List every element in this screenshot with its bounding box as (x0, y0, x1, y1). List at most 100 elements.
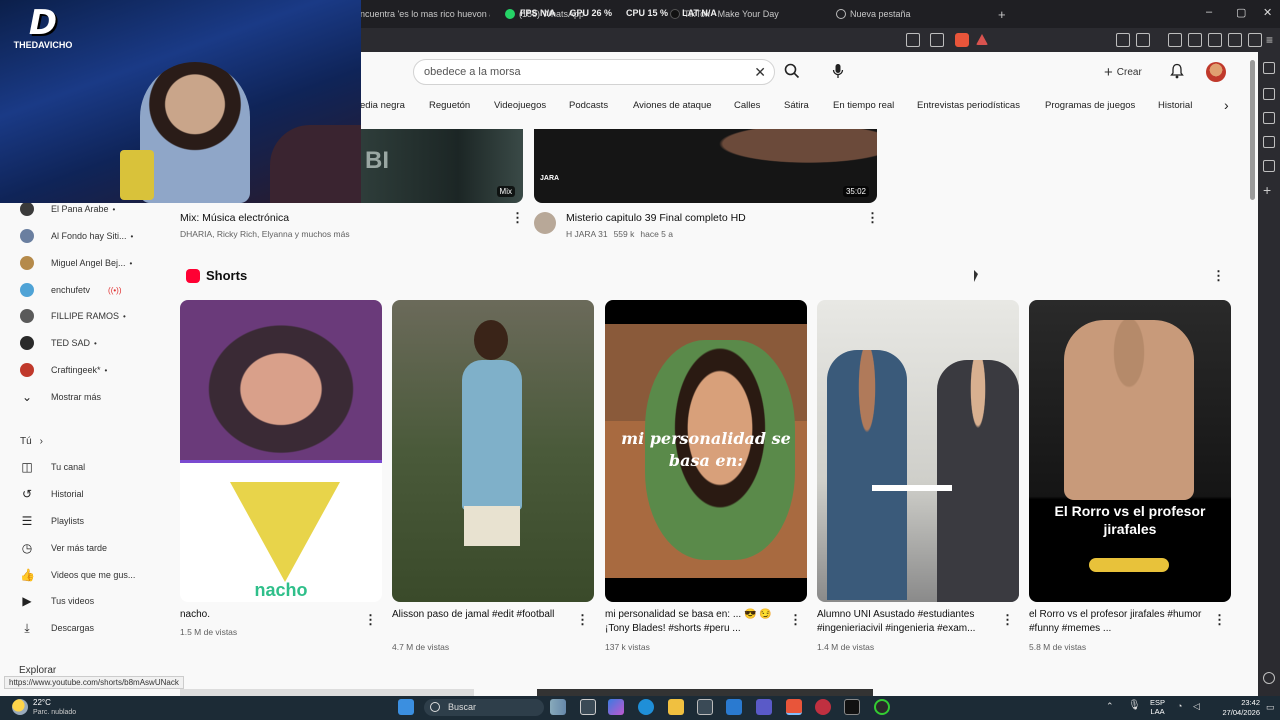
shorts-more-options-icon[interactable]: ⋮ (1212, 268, 1225, 284)
more-options-icon[interactable]: ⋮ (1001, 612, 1014, 628)
sidebar-subscription[interactable]: enchufetv ((•)) (20, 281, 122, 299)
sidebar-item-downloads[interactable]: ⤓ Descargas (20, 619, 94, 637)
video-thumbnail[interactable]: BI Mix (361, 129, 523, 203)
new-tab-button[interactable]: + (998, 4, 1006, 24)
short-thumbnail[interactable]: El Rorro vs el profesor jirafales (1029, 300, 1231, 602)
sidebar-item-your-channel[interactable]: ◫ Tu canal (20, 458, 85, 476)
more-options-icon[interactable]: ⋮ (576, 612, 589, 628)
video-title[interactable]: Misterio capitulo 39 Final completo HD (566, 212, 746, 224)
add-panel-icon[interactable]: + (1263, 183, 1275, 197)
taskbar-search-box[interactable]: Buscar (424, 699, 544, 716)
notifications-icon[interactable]: ▭ (1266, 702, 1275, 713)
chip-filter[interactable]: Calles (734, 100, 760, 118)
more-options-icon[interactable]: ⋮ (866, 210, 879, 226)
chevron-right-icon[interactable]: › (1224, 97, 1229, 115)
chip-filter[interactable]: Videojuegos (494, 100, 546, 118)
vpn-icon[interactable] (1248, 33, 1262, 47)
reading-list-icon[interactable] (1263, 88, 1275, 100)
browser-tab-new[interactable]: Nueva pestaña (836, 4, 986, 24)
maximize-button[interactable]: ▢ (1236, 6, 1246, 19)
chip-filter[interactable]: Sátira (784, 100, 809, 118)
sidebar-show-more[interactable]: ⌄ Mostrar más (20, 388, 101, 406)
brave-browser-icon[interactable] (786, 699, 802, 715)
weather-icon[interactable] (12, 699, 28, 715)
history-panel-icon[interactable] (1263, 112, 1275, 124)
more-options-icon[interactable]: ⋮ (789, 612, 802, 628)
chip-filter[interactable]: En tiempo real (833, 100, 894, 118)
network-icon[interactable]: ◔ (1177, 701, 1182, 711)
sidebar-subscription[interactable]: Al Fondo hay Siti... • (20, 227, 133, 245)
teams-icon[interactable] (756, 699, 772, 715)
chip-filter[interactable]: Podcasts (569, 100, 608, 118)
wallet-icon[interactable] (1208, 33, 1222, 47)
clear-search-icon[interactable]: ✕ (754, 64, 766, 81)
channel-avatar[interactable] (534, 212, 556, 234)
more-options-icon[interactable]: ⋮ (1213, 612, 1226, 628)
rewards-icon[interactable] (976, 34, 988, 45)
short-title[interactable]: el Rorro vs el profesor jirafales #humor… (1029, 608, 1209, 636)
short-title[interactable]: mi personalidad se basa en: ... 😎 😏¡Tony… (605, 608, 785, 636)
cast-icon[interactable] (906, 33, 920, 47)
sidebar-subscription[interactable]: Craftingeek* • (20, 361, 107, 379)
copilot-icon[interactable] (608, 699, 624, 715)
windows-start-icon[interactable] (398, 699, 414, 715)
task-view-icon[interactable] (580, 699, 596, 715)
notepad-icon[interactable] (844, 699, 860, 715)
widget-icon[interactable] (550, 699, 566, 715)
volume-icon[interactable]: ◁ (1193, 701, 1200, 712)
sidebar-subscription[interactable]: TED SAD • (20, 334, 97, 352)
brave-shield-icon[interactable] (955, 33, 969, 47)
channel-name[interactable]: H JARA 31 (566, 229, 608, 239)
tray-chevron-icon[interactable]: ⌃ (1106, 701, 1114, 712)
minimize-button[interactable]: – (1206, 6, 1212, 18)
sidebar-you-header[interactable]: Tú › (20, 432, 43, 450)
edge-icon[interactable] (638, 699, 654, 715)
video-thumbnail[interactable]: JARA 35:02 (534, 129, 877, 203)
account-avatar[interactable] (1206, 62, 1226, 82)
more-options-icon[interactable]: ⋮ (511, 210, 524, 226)
weather-temp[interactable]: 22°C (33, 698, 51, 707)
music-icon[interactable] (1168, 33, 1182, 47)
obs-icon[interactable] (874, 699, 890, 715)
short-title[interactable]: Alisson paso de jamal #edit #football (392, 608, 572, 622)
sidebar-item-playlists[interactable]: ☰ Playlists (20, 512, 84, 530)
short-title[interactable]: Alumno UNI Asustado #estudiantes #ingeni… (817, 608, 997, 636)
chip-filter[interactable]: Historial (1158, 100, 1192, 118)
chip-filter[interactable]: Reguetón (429, 100, 470, 118)
search-icon[interactable] (784, 63, 800, 82)
share-icon[interactable] (930, 33, 944, 47)
file-explorer-icon[interactable] (668, 699, 684, 715)
create-button[interactable]: + Crear (1104, 62, 1142, 82)
short-thumbnail[interactable] (817, 300, 1019, 602)
chip-filter[interactable]: Programas de juegos (1045, 100, 1135, 118)
menu-icon[interactable]: ≡ (1266, 33, 1280, 47)
short-thumbnail[interactable] (392, 300, 594, 602)
leo-icon[interactable] (1228, 33, 1242, 47)
search-input[interactable]: obedece a la morsa (424, 66, 521, 78)
browser-tab[interactable]: ncuentra 'es lo mas rico huevon au (360, 4, 490, 24)
short-thumbnail[interactable]: mi personalidad se basa en: (605, 300, 807, 602)
microphone-icon[interactable] (832, 63, 844, 82)
notes-icon[interactable] (1263, 136, 1275, 148)
extensions-icon[interactable] (1116, 33, 1130, 47)
close-button[interactable]: ✕ (1263, 6, 1272, 19)
short-title[interactable]: nacho. (180, 608, 360, 622)
mail-icon[interactable] (726, 699, 742, 715)
screenshot-icon[interactable] (1136, 33, 1150, 47)
sidebar-item-liked-videos[interactable]: 👍 Videos que me gus... (20, 566, 135, 584)
page-scrollbar[interactable] (1250, 60, 1255, 200)
sidebar-icon[interactable] (1188, 33, 1202, 47)
app-icon[interactable] (815, 699, 831, 715)
more-options-icon[interactable]: ⋮ (364, 612, 377, 628)
chip-filter[interactable]: Aviones de ataque (633, 100, 712, 118)
search-box[interactable]: obedece a la morsa ✕ (413, 59, 775, 85)
microphone-tray-icon[interactable]: 🎙 (1128, 700, 1141, 711)
news-icon[interactable] (1263, 160, 1275, 172)
notifications-bell-icon[interactable] (1170, 63, 1184, 82)
sidebar-item-history[interactable]: ↺ Historial (20, 485, 84, 503)
store-icon[interactable] (697, 699, 713, 715)
sidebar-item-watch-later[interactable]: ◷ Ver más tarde (20, 539, 107, 557)
settings-icon[interactable] (1263, 672, 1275, 684)
language-indicator[interactable]: ESP LAA (1150, 698, 1165, 716)
chip-filter[interactable]: edia negra (360, 100, 405, 118)
